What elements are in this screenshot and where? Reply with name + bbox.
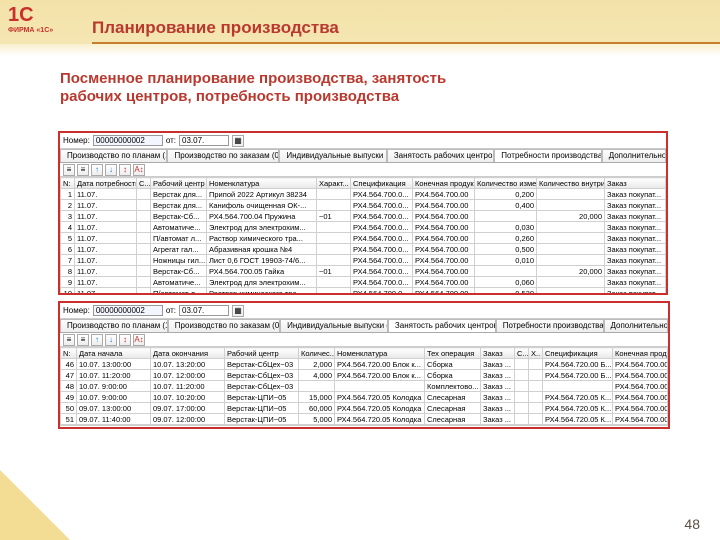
tab-additional[interactable]: Дополнительно [602, 149, 666, 162]
toolbar-btn-down[interactable]: ↓ [105, 164, 117, 176]
col-s[interactable]: С... [137, 178, 151, 189]
logo: 1C ФИРМА «1С» [8, 4, 68, 34]
panel2-header: Номер: от: ▦ [60, 303, 668, 319]
panel1-header: Номер: от: ▦ [60, 133, 666, 149]
table-row[interactable]: 5009.07. 13:00:0009.07. 17:00:00Верстак-… [61, 403, 668, 414]
col2-de[interactable]: Дата окончания [151, 348, 225, 359]
panel1-tabs: Производство по планам (1 п... Производс… [60, 149, 666, 163]
tab2-additional[interactable]: Дополнительно [604, 319, 669, 332]
grid-requirements[interactable]: N: Дата потребности С... Рабочий центр Н… [60, 177, 666, 295]
col-date[interactable]: Дата потребности [75, 178, 137, 189]
col-qtyin[interactable]: Количество внутри [537, 178, 605, 189]
table-row[interactable]: 511.07.П/автомат л...Раствор химического… [61, 233, 666, 244]
logo-main: 1C [8, 4, 68, 27]
panel2-toolbar: ≡ ≡ ↑ ↓ ↕ A↕ [60, 333, 668, 347]
panel2-tabs: Производство по планам (1 п... Производс… [60, 319, 668, 333]
toolbar-btn-asort[interactable]: A↕ [133, 164, 145, 176]
label-number2: Номер: [63, 306, 90, 315]
toolbar-btn-1[interactable]: ≡ [63, 164, 75, 176]
tab-occupancy[interactable]: Занятость рабочих центров (... [387, 149, 494, 162]
number-input[interactable] [93, 135, 163, 146]
col2-nom[interactable]: Номенклатура [335, 348, 425, 359]
tab2-orders[interactable]: Производство по заказам (0 ... [168, 319, 280, 332]
toolbar-btn-2[interactable]: ≡ [77, 164, 89, 176]
panel-occupancy: Номер: от: ▦ Производство по планам (1 п… [58, 301, 670, 429]
col-spec[interactable]: Спецификация [351, 178, 413, 189]
table-row[interactable]: 1011.07.П/автомат л...Раствор химическог… [61, 288, 666, 296]
logo-sub: ФИРМА «1С» [8, 27, 68, 34]
col-prod[interactable]: Конечная продук... [413, 178, 475, 189]
table-row[interactable]: 111.07.Верстак для...Припой 2022 Артикул… [61, 189, 666, 200]
page-number: 48 [684, 516, 700, 532]
col2-x[interactable]: Х.. [529, 348, 543, 359]
label-number: Номер: [63, 136, 90, 145]
sub-bg [0, 44, 720, 56]
col-wc[interactable]: Рабочий центр [151, 178, 207, 189]
col-nom[interactable]: Номенклатура [207, 178, 317, 189]
subtitle: Посменное планирование производства, зан… [60, 70, 446, 106]
grid-occupancy[interactable]: N: Дата начала Дата окончания Рабочий це… [60, 347, 668, 425]
table-row[interactable]: 811.07.Верстак-Сб...РХ4.564.700.05 Гайка… [61, 266, 666, 277]
subtitle-line1: Посменное планирование производства, зан… [60, 70, 446, 87]
toolbar2-btn-1[interactable]: ≡ [63, 334, 75, 346]
table-row[interactable]: 4610.07. 13:00:0010.07. 13:20:00Верстак-… [61, 359, 668, 370]
corner-decoration [0, 470, 70, 540]
table-row[interactable]: 211.07.Верстак для...Канифоль очищенная … [61, 200, 666, 211]
table-row[interactable]: 911.07.Автоматиче...Электрод для электро… [61, 277, 666, 288]
toolbar2-btn-up[interactable]: ↑ [91, 334, 103, 346]
calendar-icon[interactable]: ▦ [232, 135, 244, 147]
table-row[interactable]: 311.07.Верстак-Сб...РХ4.564.700.04 Пружи… [61, 211, 666, 222]
tab2-plan[interactable]: Производство по планам (1 п... [60, 319, 168, 332]
toolbar2-btn-sort[interactable]: ↕ [119, 334, 131, 346]
subtitle-line2: рабочих центров, потребность производств… [60, 88, 399, 105]
toolbar-btn-sort[interactable]: ↕ [119, 164, 131, 176]
from-input2[interactable] [179, 305, 229, 316]
toolbar2-btn-2[interactable]: ≡ [77, 334, 89, 346]
comment-label: Комментарий: [63, 427, 116, 429]
toolbar2-btn-down[interactable]: ↓ [105, 334, 117, 346]
tab-plan[interactable]: Производство по планам (1 п... [60, 149, 167, 162]
number-input2[interactable] [93, 305, 163, 316]
table-row[interactable]: 4710.07. 11:20:0010.07. 12:00:00Верстак-… [61, 370, 668, 381]
col2-op[interactable]: Тех операция [425, 348, 481, 359]
table-row[interactable]: 711.07.Ножницы гил...Лист 0,6 ГОСТ 19903… [61, 255, 666, 266]
page-title: Планирование производства [92, 18, 339, 38]
table-row[interactable]: 5109.07. 11:40:0009.07. 12:00:00Верстак-… [61, 414, 668, 425]
tab-indiv[interactable]: Индивидуальные выпуски (0 ... [279, 149, 386, 162]
panel1-toolbar: ≡ ≡ ↑ ↓ ↕ A↕ [60, 163, 666, 177]
col-qtych[interactable]: Количество изме... [475, 178, 537, 189]
col2-ds[interactable]: Дата начала [77, 348, 151, 359]
col-order[interactable]: Заказ [605, 178, 666, 189]
col2-prod[interactable]: Конечная проду... [613, 348, 668, 359]
col-char[interactable]: Характ... [317, 178, 351, 189]
panel-requirements: Номер: от: ▦ Производство по планам (1 п… [58, 131, 668, 295]
col2-order[interactable]: Заказ [481, 348, 515, 359]
from-input[interactable] [179, 135, 229, 146]
tab-orders[interactable]: Производство по заказам (0 ... [167, 149, 279, 162]
col-n[interactable]: N: [61, 178, 75, 189]
table-row[interactable]: 411.07.Автоматиче...Электрод для электро… [61, 222, 666, 233]
toolbar-btn-up[interactable]: ↑ [91, 164, 103, 176]
tab-requirements[interactable]: Потребности производства (... [494, 149, 601, 162]
col2-s[interactable]: С... [515, 348, 529, 359]
table-row[interactable]: 4910.07. 9:00:0010.07. 10:20:00Верстак-Ц… [61, 392, 668, 403]
label-from: от: [166, 136, 176, 145]
table-row[interactable]: 611.07.Агрегат гал...Абразивная крошка №… [61, 244, 666, 255]
table-row[interactable]: 4810.07. 9:00:0010.07. 11:20:00Верстак-С… [61, 381, 668, 392]
label-from2: от: [166, 306, 176, 315]
col2-spec[interactable]: Спецификация [543, 348, 613, 359]
col2-wc[interactable]: Рабочий центр [225, 348, 299, 359]
comment-row: Комментарий: [60, 425, 668, 429]
tab2-indiv[interactable]: Индивидуальные выпуски (0 ... [280, 319, 388, 332]
col2-n[interactable]: N: [61, 348, 77, 359]
tab2-requirements[interactable]: Потребности производства (... [496, 319, 604, 332]
toolbar2-btn-asort[interactable]: A↕ [133, 334, 145, 346]
calendar-icon2[interactable]: ▦ [232, 305, 244, 317]
col2-qty[interactable]: Количес... [299, 348, 335, 359]
tab2-occupancy[interactable]: Занятость рабочих центров (... [388, 319, 496, 332]
